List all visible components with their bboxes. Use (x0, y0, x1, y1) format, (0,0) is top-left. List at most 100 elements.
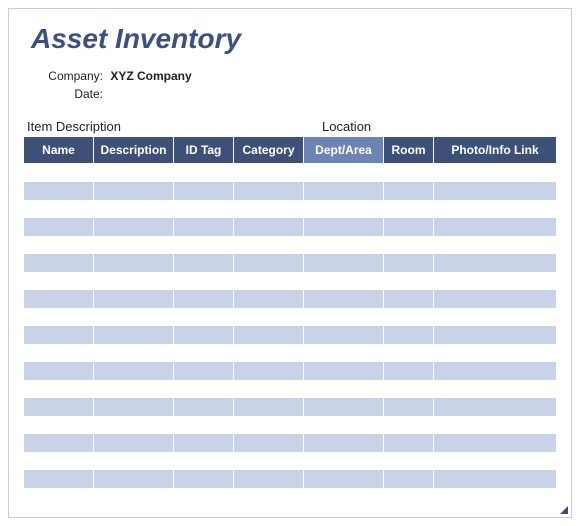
table-cell[interactable] (434, 362, 557, 380)
table-cell[interactable] (384, 344, 434, 362)
table-cell[interactable] (434, 200, 557, 218)
table-cell[interactable] (234, 200, 304, 218)
table-cell[interactable] (234, 218, 304, 236)
table-cell[interactable] (234, 290, 304, 308)
table-cell[interactable] (94, 398, 174, 416)
table-cell[interactable] (24, 416, 94, 434)
table-cell[interactable] (174, 308, 234, 326)
table-cell[interactable] (434, 254, 557, 272)
table-cell[interactable] (94, 452, 174, 470)
table-cell[interactable] (304, 164, 384, 182)
table-cell[interactable] (304, 236, 384, 254)
table-cell[interactable] (384, 200, 434, 218)
table-cell[interactable] (94, 272, 174, 290)
table-cell[interactable] (24, 488, 94, 506)
table-cell[interactable] (174, 236, 234, 254)
table-cell[interactable] (174, 290, 234, 308)
table-cell[interactable] (384, 164, 434, 182)
table-cell[interactable] (174, 362, 234, 380)
table-cell[interactable] (94, 218, 174, 236)
table-cell[interactable] (94, 164, 174, 182)
table-cell[interactable] (384, 434, 434, 452)
table-cell[interactable] (384, 236, 434, 254)
table-cell[interactable] (384, 380, 434, 398)
table-cell[interactable] (234, 434, 304, 452)
table-cell[interactable] (234, 398, 304, 416)
table-cell[interactable] (384, 488, 434, 506)
table-cell[interactable] (304, 326, 384, 344)
table-cell[interactable] (234, 380, 304, 398)
table-cell[interactable] (24, 434, 94, 452)
table-cell[interactable] (304, 452, 384, 470)
table-cell[interactable] (94, 362, 174, 380)
table-cell[interactable] (304, 488, 384, 506)
table-cell[interactable] (384, 398, 434, 416)
table-cell[interactable] (434, 452, 557, 470)
table-cell[interactable] (384, 452, 434, 470)
table-cell[interactable] (304, 272, 384, 290)
table-cell[interactable] (434, 380, 557, 398)
table-cell[interactable] (384, 308, 434, 326)
table-cell[interactable] (434, 326, 557, 344)
table-cell[interactable] (174, 182, 234, 200)
table-cell[interactable] (304, 200, 384, 218)
table-cell[interactable] (94, 200, 174, 218)
table-cell[interactable] (304, 308, 384, 326)
table-cell[interactable] (24, 236, 94, 254)
table-cell[interactable] (304, 398, 384, 416)
table-cell[interactable] (304, 344, 384, 362)
table-cell[interactable] (174, 200, 234, 218)
table-cell[interactable] (304, 218, 384, 236)
table-cell[interactable] (174, 416, 234, 434)
table-cell[interactable] (24, 452, 94, 470)
table-cell[interactable] (174, 344, 234, 362)
table-cell[interactable] (304, 254, 384, 272)
table-cell[interactable] (434, 434, 557, 452)
table-cell[interactable] (234, 308, 304, 326)
table-cell[interactable] (234, 164, 304, 182)
table-cell[interactable] (234, 488, 304, 506)
table-cell[interactable] (94, 290, 174, 308)
table-cell[interactable] (174, 272, 234, 290)
table-cell[interactable] (304, 290, 384, 308)
table-cell[interactable] (174, 218, 234, 236)
table-cell[interactable] (174, 164, 234, 182)
table-cell[interactable] (94, 344, 174, 362)
table-cell[interactable] (174, 326, 234, 344)
table-cell[interactable] (24, 326, 94, 344)
table-cell[interactable] (434, 470, 557, 488)
table-cell[interactable] (94, 380, 174, 398)
table-cell[interactable] (24, 272, 94, 290)
table-cell[interactable] (24, 164, 94, 182)
table-cell[interactable] (234, 272, 304, 290)
table-cell[interactable] (434, 344, 557, 362)
table-cell[interactable] (384, 470, 434, 488)
table-cell[interactable] (234, 344, 304, 362)
table-cell[interactable] (434, 488, 557, 506)
table-cell[interactable] (234, 416, 304, 434)
table-cell[interactable] (434, 182, 557, 200)
table-cell[interactable] (234, 362, 304, 380)
table-cell[interactable] (384, 362, 434, 380)
table-cell[interactable] (384, 272, 434, 290)
table-cell[interactable] (174, 398, 234, 416)
table-cell[interactable] (24, 218, 94, 236)
table-cell[interactable] (24, 200, 94, 218)
table-cell[interactable] (24, 290, 94, 308)
table-cell[interactable] (384, 218, 434, 236)
table-cell[interactable] (434, 272, 557, 290)
table-cell[interactable] (174, 470, 234, 488)
table-cell[interactable] (234, 182, 304, 200)
table-cell[interactable] (434, 416, 557, 434)
table-cell[interactable] (234, 452, 304, 470)
table-cell[interactable] (234, 470, 304, 488)
resize-handle-icon[interactable] (560, 506, 568, 514)
table-cell[interactable] (24, 182, 94, 200)
table-cell[interactable] (384, 290, 434, 308)
table-cell[interactable] (94, 236, 174, 254)
table-cell[interactable] (234, 236, 304, 254)
table-cell[interactable] (24, 344, 94, 362)
table-cell[interactable] (304, 362, 384, 380)
table-cell[interactable] (384, 416, 434, 434)
table-cell[interactable] (434, 308, 557, 326)
